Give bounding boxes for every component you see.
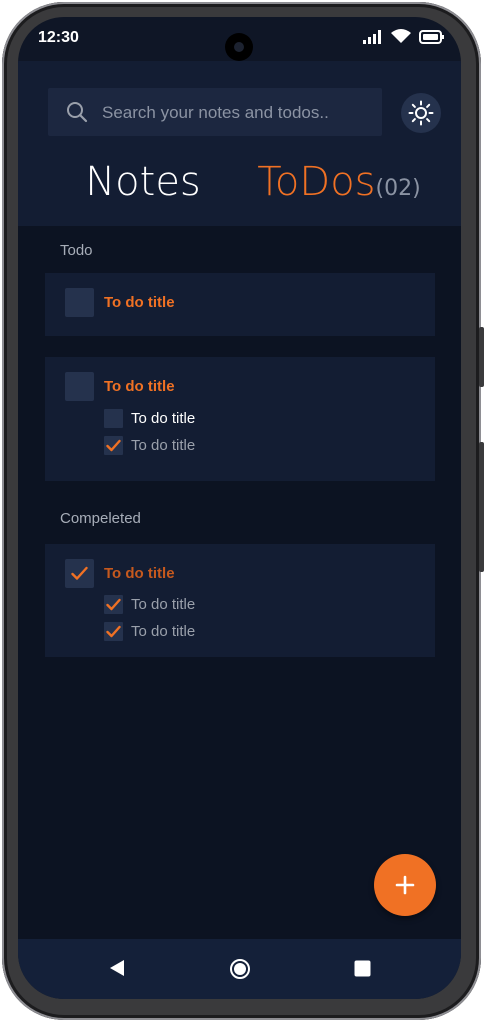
plus-icon bbox=[395, 875, 415, 895]
signal-icon bbox=[363, 29, 381, 44]
todo-checkbox[interactable] bbox=[65, 288, 94, 317]
todo-title: To do title bbox=[104, 294, 175, 311]
completed-card[interactable]: To do title To do title To do title bbox=[45, 544, 435, 657]
subtask-label: To do title bbox=[131, 596, 196, 613]
subtask-checkbox[interactable] bbox=[104, 595, 123, 614]
check-icon bbox=[106, 598, 121, 611]
subtask-label: To do title bbox=[131, 623, 196, 640]
home-circle-icon[interactable] bbox=[229, 958, 251, 980]
todo-card[interactable]: To do title bbox=[45, 273, 435, 336]
tab-todos-count: (02) bbox=[375, 176, 421, 201]
check-icon bbox=[106, 625, 121, 638]
section-label-todo: Todo bbox=[60, 242, 93, 259]
search-icon bbox=[67, 102, 88, 123]
subtask-label: To do title bbox=[131, 410, 196, 427]
tab-notes-label: Notes bbox=[85, 159, 201, 205]
theme-toggle-button[interactable] bbox=[401, 93, 441, 133]
tab-todos-label: ToDos bbox=[257, 159, 376, 205]
todo-card[interactable]: To do title To do title To do title bbox=[45, 357, 435, 481]
app-header: Notes ToDos(02) bbox=[18, 61, 461, 251]
todo-title: To do title bbox=[104, 565, 175, 582]
subtask-checkbox[interactable] bbox=[104, 622, 123, 641]
subtask-label: To do title bbox=[131, 437, 196, 454]
app-screen: 12:30 Search your notes and todos.. Note… bbox=[18, 17, 461, 999]
system-icons bbox=[363, 29, 445, 44]
back-triangle-icon[interactable] bbox=[109, 959, 125, 977]
status-time: 12:30 bbox=[38, 29, 79, 46]
todo-checkbox[interactable] bbox=[65, 372, 94, 401]
status-bar: 12:30 bbox=[18, 17, 461, 61]
search-input[interactable] bbox=[100, 88, 374, 138]
battery-icon bbox=[419, 29, 444, 44]
todo-list: Todo To do title To do title To do title… bbox=[18, 226, 461, 939]
system-nav-bar bbox=[18, 939, 461, 999]
wifi-icon bbox=[391, 29, 411, 43]
sun-icon bbox=[408, 100, 434, 126]
recents-square-icon[interactable] bbox=[354, 960, 371, 977]
search-bar[interactable] bbox=[48, 88, 382, 138]
check-icon bbox=[71, 566, 88, 580]
front-camera bbox=[225, 33, 253, 61]
todo-title: To do title bbox=[104, 378, 175, 395]
subtask-checkbox[interactable] bbox=[104, 436, 123, 455]
volume-button bbox=[479, 327, 484, 387]
add-todo-button[interactable] bbox=[374, 854, 436, 916]
subtask-checkbox[interactable] bbox=[104, 409, 123, 428]
section-label-completed: Compeleted bbox=[60, 510, 141, 527]
check-icon bbox=[106, 439, 121, 452]
power-button bbox=[479, 442, 484, 572]
tab-todos[interactable]: ToDos(02) bbox=[241, 157, 437, 217]
todo-checkbox[interactable] bbox=[65, 559, 94, 588]
tab-notes[interactable]: Notes bbox=[45, 157, 241, 217]
